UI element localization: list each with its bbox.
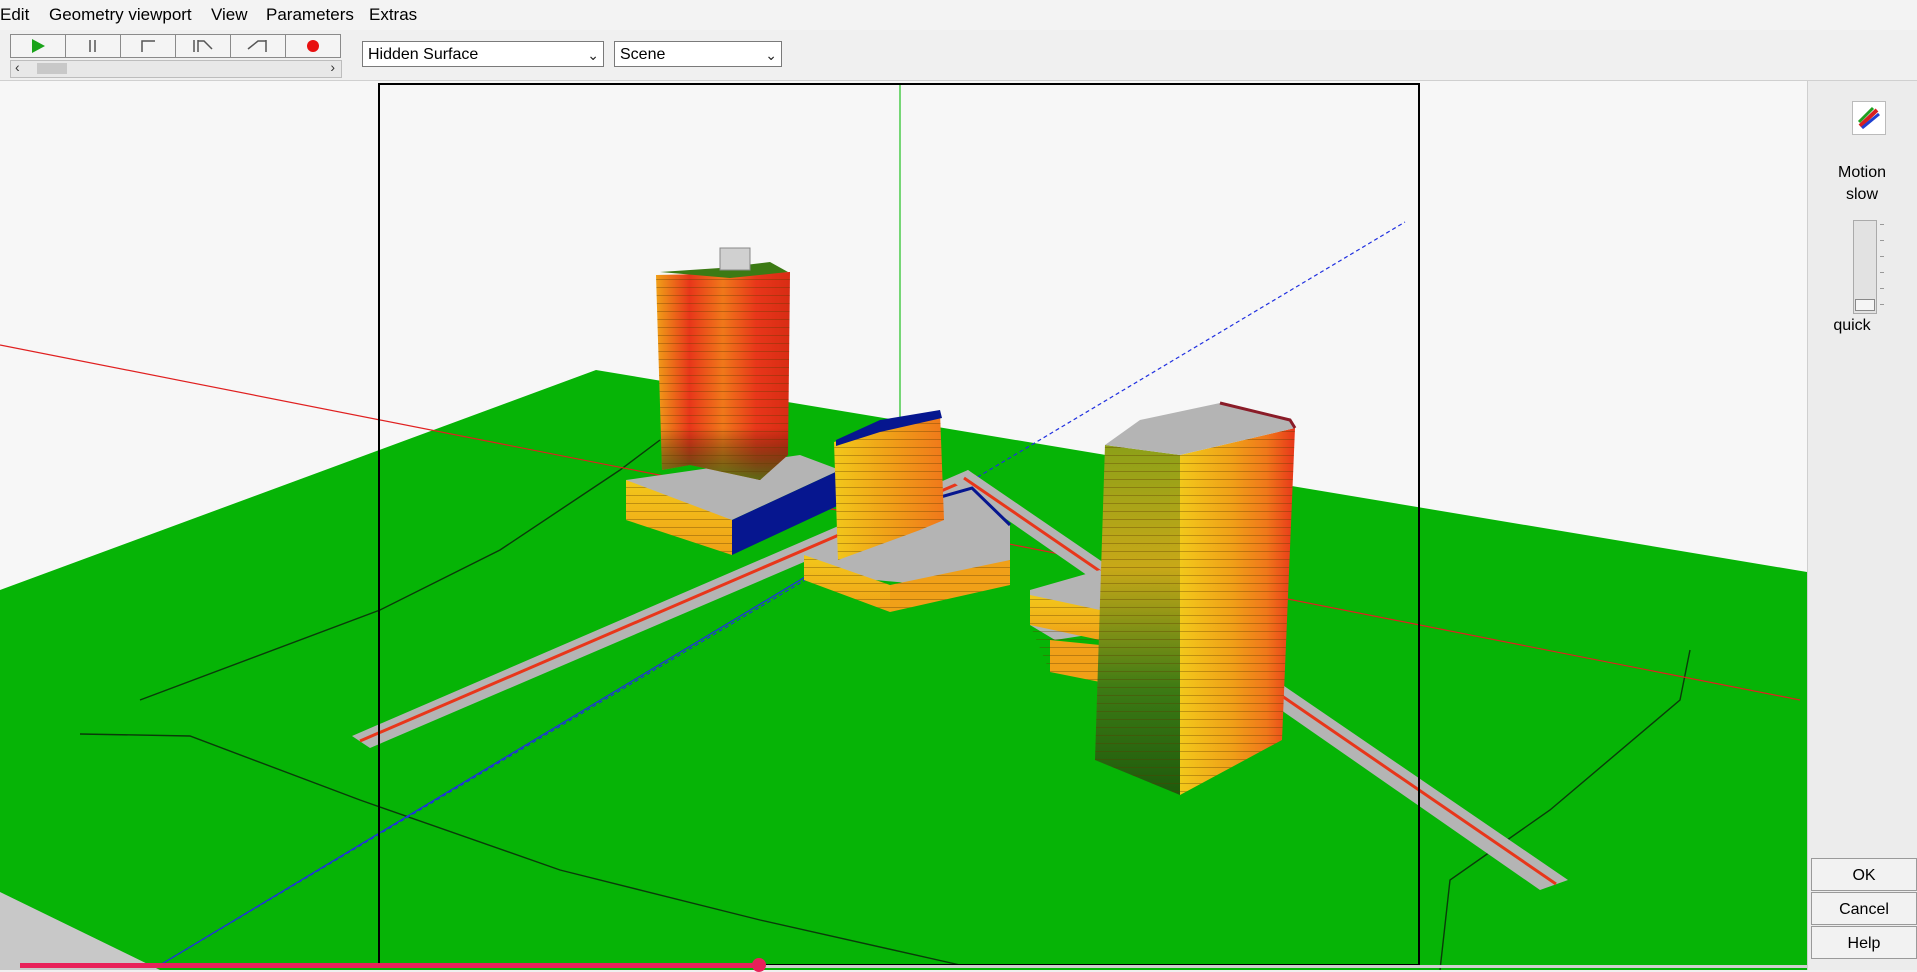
render-mode-value: Hidden Surface [368, 46, 479, 63]
step-forward-icon [193, 40, 213, 52]
slider-tick [1880, 288, 1884, 289]
tower-3-right-pattern [1180, 428, 1295, 795]
menu-edit[interactable]: Edit [0, 5, 29, 25]
cancel-button[interactable]: Cancel [1811, 892, 1917, 925]
slider-tick [1880, 304, 1884, 305]
step-start-icon [141, 40, 155, 52]
pause-icon [89, 40, 96, 52]
render-mode-select[interactable]: Hidden Surface ⌄ [362, 41, 604, 67]
tower-1-pattern [656, 272, 790, 480]
play-button[interactable] [10, 34, 66, 58]
menu-parameters[interactable]: Parameters [266, 5, 354, 25]
video-progress-fill [20, 963, 760, 968]
slider-knob[interactable] [1855, 299, 1875, 311]
scroll-right-icon[interactable]: › [330, 59, 335, 75]
step-forward-button[interactable] [175, 34, 231, 58]
slider-tick [1880, 272, 1884, 273]
side-panel [1807, 81, 1917, 970]
slow-label: slow [1845, 186, 1878, 203]
paint-brush-icon [1857, 106, 1880, 130]
chevron-down-icon: ⌄ [765, 47, 777, 63]
chevron-down-icon: ⌄ [587, 47, 599, 63]
help-button[interactable]: Help [1811, 926, 1917, 959]
tower-3-left-pattern [1095, 445, 1180, 795]
video-progress-track [760, 965, 1807, 968]
pause-button[interactable] [65, 34, 121, 58]
quick-label: quick [1833, 317, 1871, 334]
motion-speed-slider[interactable] [1853, 220, 1877, 314]
scene-select[interactable]: Scene ⌄ [614, 41, 782, 67]
step-end-icon [247, 40, 267, 52]
scroll-thumb[interactable] [37, 63, 67, 74]
ok-button[interactable]: OK [1811, 858, 1917, 891]
geometry-viewport[interactable] [0, 81, 1807, 970]
play-icon [32, 39, 45, 53]
menu-geometry-viewport[interactable]: Geometry viewport [49, 5, 192, 25]
step-start-button[interactable] [120, 34, 176, 58]
menu-extras[interactable]: Extras [369, 5, 417, 25]
slider-tick [1880, 256, 1884, 257]
scene-canvas [0, 83, 1807, 970]
record-icon [307, 40, 319, 52]
toolbar-scrollbar[interactable]: ‹ › [10, 59, 342, 78]
step-end-button[interactable] [230, 34, 286, 58]
menu-bar: Edit Geometry viewport View Parameters E… [0, 0, 1917, 30]
scene-value: Scene [620, 46, 666, 63]
record-button[interactable] [285, 34, 341, 58]
animation-controls [10, 34, 341, 58]
scroll-left-icon[interactable]: ‹ [15, 59, 20, 75]
paint-brush-button[interactable] [1852, 101, 1886, 135]
slider-tick [1880, 240, 1884, 241]
motion-label: Motion [1837, 164, 1887, 181]
tower-1-rooftop-unit [719, 247, 751, 271]
slider-tick [1880, 224, 1884, 225]
menu-view[interactable]: View [211, 5, 248, 25]
